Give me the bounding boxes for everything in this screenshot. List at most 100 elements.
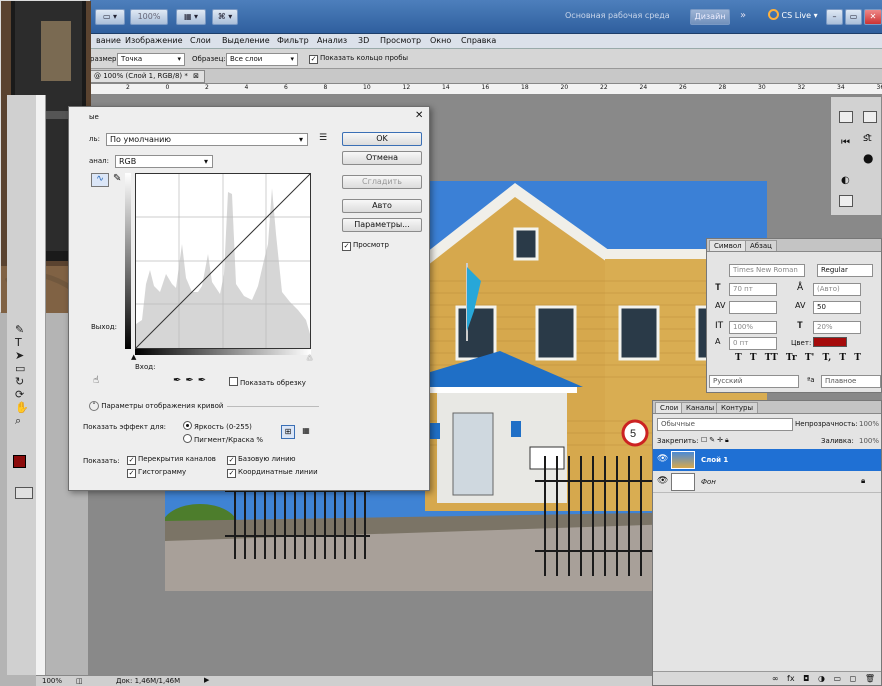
menu-item-image[interactable]: Изображение [125,36,183,45]
blend-mode-select[interactable]: Обычные [657,418,793,431]
zoom-dropdown[interactable]: 100% [130,9,168,25]
group-icon[interactable]: ▭ [834,674,842,683]
design-workspace-button[interactable]: Дизайн [690,9,730,25]
fx-icon[interactable]: fx [787,674,795,683]
menu-item-help[interactable]: Справка [461,36,496,45]
grid-detailed-icon[interactable]: ▦ [299,425,313,439]
maximize-button[interactable]: ▭ [845,9,862,25]
quick-mask-button[interactable] [15,487,33,499]
menu-item-filter[interactable]: Фильтр [277,36,309,45]
type-tool-icon[interactable]: T [15,336,29,349]
overlay-option[interactable]: ✓ Перекрытия каналов [127,455,216,465]
3d-orbit-tool-icon[interactable]: ⟳ [15,388,29,401]
baseline-checkbox[interactable]: ✓ [227,456,236,465]
color-panel-icon[interactable]: ◐ [841,175,850,186]
info-panel-icon[interactable] [863,111,877,123]
tab-character[interactable]: Символ [709,240,747,251]
preset-select[interactable]: По умолчанию ▾ [106,133,308,146]
fill-value[interactable]: 100% [859,437,879,445]
smooth-button[interactable]: Сгладить [342,175,422,189]
screen-mode-button[interactable]: ▭ ▾ [95,9,125,25]
pigment-radio[interactable] [183,434,192,443]
ok-button[interactable]: OK [342,132,422,146]
intersection-option[interactable]: ✓ Координатные линии [227,468,318,478]
overlay-checkbox[interactable]: ✓ [127,456,136,465]
layer-name[interactable]: Фон [701,478,716,486]
close-button[interactable]: ✕ [864,9,882,25]
curve-point-tool-icon[interactable]: ∿ [91,173,109,187]
lock-icons[interactable]: ☐✎✛🔒︎ [701,436,731,445]
text-color-swatch[interactable] [813,337,847,347]
font-style-select[interactable]: Regular [817,264,873,277]
minimize-button[interactable]: – [826,9,843,25]
layer-row-selected[interactable]: 👁︎ Слой 1 [653,449,881,471]
light-radio[interactable] [183,421,192,430]
sample-size-select[interactable]: Точка ▾ [117,53,185,66]
menu-item-3d[interactable]: 3D [358,36,369,45]
trash-icon[interactable]: 🗑︎ [865,674,875,683]
black-point-slider[interactable]: ▲ [131,353,136,361]
history-panel-icon[interactable]: ⏮ [841,137,850,148]
preset-options-icon[interactable]: ☰ [319,133,327,143]
info-circle-icon[interactable]: ● [863,151,873,165]
language-select[interactable]: Русский [709,375,799,388]
channel-select[interactable]: RGB ▾ [115,155,213,168]
tab-paragraph[interactable]: Абзац [745,240,777,251]
path-select-tool-icon[interactable]: ➤ [15,349,29,362]
swatches-panel-icon[interactable] [839,195,853,207]
pencil-tool-icon[interactable]: ✎ [113,173,121,184]
options-button[interactable]: Параметры... [342,218,422,232]
histogram-option[interactable]: ✓ Гистограмму [127,468,186,478]
eyedropper-icons[interactable]: ✒✒✒ [173,375,210,386]
new-layer-icon[interactable]: ◻ [850,674,857,683]
pigment-radio-option[interactable]: Пигмент/Краска % [183,434,263,444]
document-tab[interactable]: @ 100% (Слой 1, RGB/8) * ⊠ [88,70,205,83]
adjustment-icon[interactable]: ◑ [818,674,825,683]
histogram-checkbox[interactable]: ✓ [127,469,136,478]
status-zoom[interactable]: 100% [42,677,62,685]
sample-select[interactable]: Все слои ▾ [226,53,298,66]
tracking-field[interactable]: 50 [813,301,861,314]
vertical-scale-field[interactable]: 100% [729,321,777,334]
pen-tool-icon[interactable]: ✎ [15,323,29,336]
hand-tool-icon[interactable]: ✋ [15,401,29,414]
baseline-option[interactable]: ✓ Базовую линию [227,455,296,465]
cs-live-button[interactable]: CS Live ▾ [768,9,818,20]
workspace-label[interactable]: Основная рабочая среда [565,11,670,20]
leading-field[interactable]: (Авто) [813,283,861,296]
link-layers-icon[interactable]: ∞ [772,674,779,683]
tab-channels[interactable]: Каналы [681,402,720,413]
show-ring-checkbox[interactable]: ✓ [309,55,318,64]
light-radio-option[interactable]: Яркость (0-255) [183,421,252,431]
layer-name[interactable]: Слой 1 [701,456,728,464]
foreground-color-swatch[interactable] [13,455,26,468]
mask-icon[interactable]: ◘ [803,674,809,683]
arrange-documents-button[interactable]: ▦ ▾ [176,9,206,25]
auto-button[interactable]: Авто [342,199,422,213]
display-options-toggle[interactable]: ˄ Параметры отображения кривой [89,401,228,411]
zoom-tool-icon[interactable]: ⌕ [15,414,29,427]
menu-item-window[interactable]: Окно [430,36,451,45]
kerning-field[interactable] [729,301,777,314]
tab-paths[interactable]: Контуры [716,402,759,413]
menu-item-analysis[interactable]: Анализ [317,36,347,45]
font-family-select[interactable]: Times New Roman [729,264,805,277]
close-tab-icon[interactable]: ⊠ [193,72,199,80]
histogram-panel-icon[interactable] [839,111,853,123]
3d-rotate-tool-icon[interactable]: ↻ [15,375,29,388]
tab-layers[interactable]: Слои [655,402,684,413]
show-ring-option[interactable]: ✓ Показать кольцо пробы [309,54,408,64]
extras-button[interactable]: ⌘ ▾ [212,9,238,25]
opacity-value[interactable]: 100% [859,420,879,428]
horizontal-scale-field[interactable]: 20% [813,321,861,334]
cancel-button[interactable]: Отмена [342,151,422,165]
show-clipping-checkbox[interactable] [229,377,238,386]
target-adjust-icon[interactable]: ☝ [93,375,99,386]
preview-option[interactable]: ✓ Просмотр [342,241,389,251]
menu-item-view[interactable]: Просмотр [380,36,421,45]
dialog-close-icon[interactable]: ✕ [415,110,423,121]
type-style-buttons[interactable]: T T TT Tr T' T, T T [735,353,861,363]
grid-simple-icon[interactable]: ⊞ [281,425,295,439]
baseline-shift-field[interactable]: 0 пт [729,337,777,350]
curve-graph[interactable] [135,173,311,349]
